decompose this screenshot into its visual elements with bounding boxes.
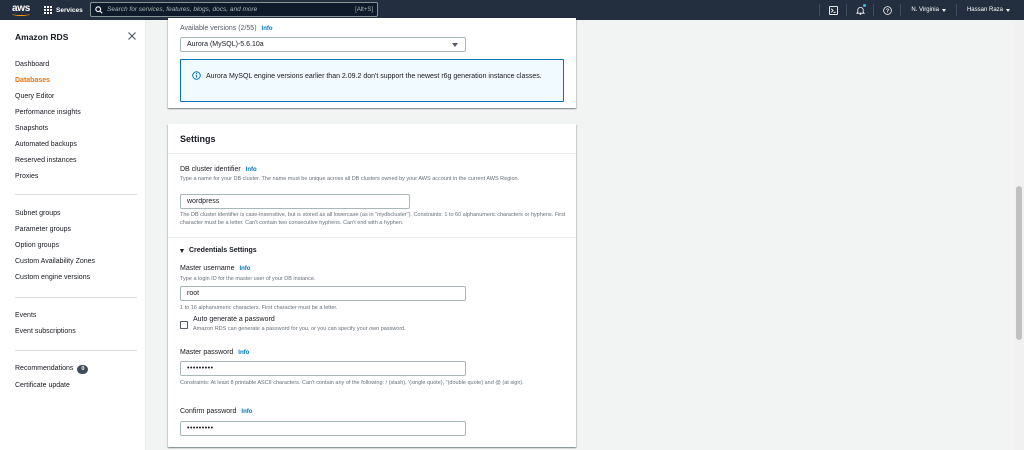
- settings-header: Settings: [168, 124, 576, 154]
- services-label: Services: [56, 6, 83, 14]
- search-bar[interactable]: [Alt+S]: [90, 2, 378, 17]
- info-link[interactable]: Info: [239, 266, 250, 272]
- credentials-settings-heading: Credentials Settings: [189, 247, 257, 254]
- region-selector[interactable]: N. Virginia: [901, 7, 956, 13]
- info-link[interactable]: Info: [238, 350, 249, 356]
- sidebar-item-option-groups[interactable]: Option groups: [15, 242, 59, 249]
- help-button[interactable]: ?: [874, 0, 900, 20]
- available-versions-text: Available versions (2/55): [180, 25, 257, 32]
- notifications-button[interactable]: [847, 0, 873, 20]
- cloudshell-icon: [828, 5, 838, 15]
- sidebar-divider: [15, 297, 137, 298]
- version-info-alert: Aurora MySQL engine versions earlier tha…: [180, 59, 564, 102]
- settings-title: Settings: [180, 134, 216, 144]
- master-username-label: Master username Info: [180, 265, 250, 272]
- services-menu-button[interactable]: Services: [44, 6, 83, 14]
- cluster-identifier-description: Type a name for your DB cluster. The nam…: [180, 176, 520, 182]
- sidebar-item-recommendations[interactable]: Recommendations 0: [15, 365, 89, 374]
- confirm-password-text: Confirm password: [180, 408, 237, 415]
- grid-icon: [44, 6, 52, 14]
- sidebar-divider: [15, 350, 137, 351]
- sidebar-item-reserved-instances[interactable]: Reserved instances: [15, 157, 76, 164]
- master-password-constraints: Constraints: At least 8 printable ASCII …: [180, 380, 524, 386]
- sidebar-item-parameter-groups[interactable]: Parameter groups: [15, 226, 71, 233]
- cluster-identifier-label: DB cluster identifier Info: [180, 166, 257, 173]
- master-username-input[interactable]: [180, 286, 466, 301]
- search-shortcut: [Alt+S]: [355, 6, 373, 13]
- help-icon: ?: [883, 5, 892, 15]
- sidebar-item-databases[interactable]: Databases: [15, 77, 50, 84]
- aws-logo[interactable]: aws: [4, 0, 38, 20]
- main-content: Available versions (2/55) Info Aurora (My…: [147, 18, 1007, 450]
- sidebar-title: Amazon RDS: [15, 32, 69, 42]
- available-versions-label: Available versions (2/55) Info: [180, 25, 273, 32]
- master-password-text: Master password: [180, 349, 234, 356]
- sidebar-item-custom-availability-zones[interactable]: Custom Availability Zones: [15, 258, 95, 265]
- cluster-identifier-input[interactable]: [180, 194, 410, 209]
- info-link[interactable]: Info: [246, 167, 257, 173]
- sidebar-item-snapshots[interactable]: Snapshots: [15, 125, 48, 132]
- search-input[interactable]: [107, 6, 356, 13]
- confirm-password-label: Confirm password Info: [180, 408, 252, 415]
- recommendations-count-badge: 0: [77, 365, 89, 374]
- aws-smile-icon: [12, 12, 30, 16]
- sidebar-item-proxies[interactable]: Proxies: [15, 173, 38, 180]
- sidebar-item-custom-engine-versions[interactable]: Custom engine versions: [15, 274, 90, 281]
- caret-down-icon: [180, 248, 184, 253]
- info-link[interactable]: Info: [262, 26, 273, 32]
- auto-generate-password-checkbox[interactable]: [180, 321, 188, 329]
- info-circle-icon: [192, 71, 201, 80]
- cluster-identifier-text: DB cluster identifier: [180, 166, 241, 173]
- info-link[interactable]: Info: [241, 409, 252, 415]
- sidebar-item-dashboard[interactable]: Dashboard: [15, 61, 49, 68]
- account-menu[interactable]: Hassan Raza: [957, 7, 1024, 13]
- auto-generate-password-description: Amazon RDS can generate a password for y…: [193, 326, 406, 332]
- sidebar-item-events[interactable]: Events: [15, 312, 36, 319]
- auto-generate-password-label[interactable]: Auto generate a password: [193, 316, 275, 323]
- cluster-identifier-constraints: The DB cluster identifier is case-insens…: [180, 212, 566, 226]
- region-label: N. Virginia: [911, 7, 939, 13]
- close-icon[interactable]: [127, 31, 137, 41]
- master-username-description: Type a login ID for the master user of y…: [180, 276, 316, 282]
- sidebar-item-subnet-groups[interactable]: Subnet groups: [15, 210, 61, 217]
- notification-dot: [863, 4, 867, 7]
- account-name: Hassan Raza: [966, 7, 1003, 13]
- sidebar-item-performance-insights[interactable]: Performance insights: [15, 109, 81, 116]
- top-navigation: aws Services [Alt+S] ? N. Virginia: [0, 0, 1024, 20]
- scrollbar-thumb[interactable]: [1016, 186, 1022, 340]
- confirm-password-input[interactable]: [180, 421, 466, 436]
- caret-down-icon: [941, 8, 946, 12]
- credentials-settings-toggle[interactable]: Credentials Settings: [180, 247, 257, 254]
- sidebar-item-automated-backups[interactable]: Automated backups: [15, 141, 77, 148]
- sidebar-divider: [15, 194, 137, 195]
- master-password-label: Master password Info: [180, 349, 249, 356]
- page-scrollbar[interactable]: [1014, 20, 1024, 450]
- dropdown-caret-icon: [452, 43, 458, 47]
- sidebar: Amazon RDS Dashboard Databases Query Edi…: [0, 20, 146, 450]
- engine-version-panel: Available versions (2/55) Info Aurora (My…: [168, 18, 576, 108]
- sidebar-item-event-subscriptions[interactable]: Event subscriptions: [15, 328, 76, 335]
- master-username-constraints: 1 to 16 alphanumeric characters. First c…: [180, 305, 338, 311]
- search-icon: [95, 5, 103, 14]
- cloudshell-button[interactable]: [820, 0, 846, 20]
- master-username-text: Master username: [180, 265, 235, 272]
- settings-panel: Settings DB cluster identifier Info Type …: [168, 124, 576, 447]
- sidebar-item-label: Recommendations: [15, 365, 74, 372]
- alert-text: Aurora MySQL engine versions earlier tha…: [206, 73, 542, 80]
- svg-text:?: ?: [886, 8, 889, 14]
- sidebar-item-query-editor[interactable]: Query Editor: [15, 93, 54, 100]
- engine-version-value: Aurora (MySQL)-5.6.10a: [187, 41, 264, 48]
- section-divider: [168, 237, 576, 238]
- master-password-input[interactable]: [180, 361, 466, 376]
- engine-version-select[interactable]: Aurora (MySQL)-5.6.10a: [180, 37, 466, 52]
- sidebar-item-certificate-update[interactable]: Certificate update: [15, 382, 70, 389]
- caret-down-icon: [1006, 8, 1010, 12]
